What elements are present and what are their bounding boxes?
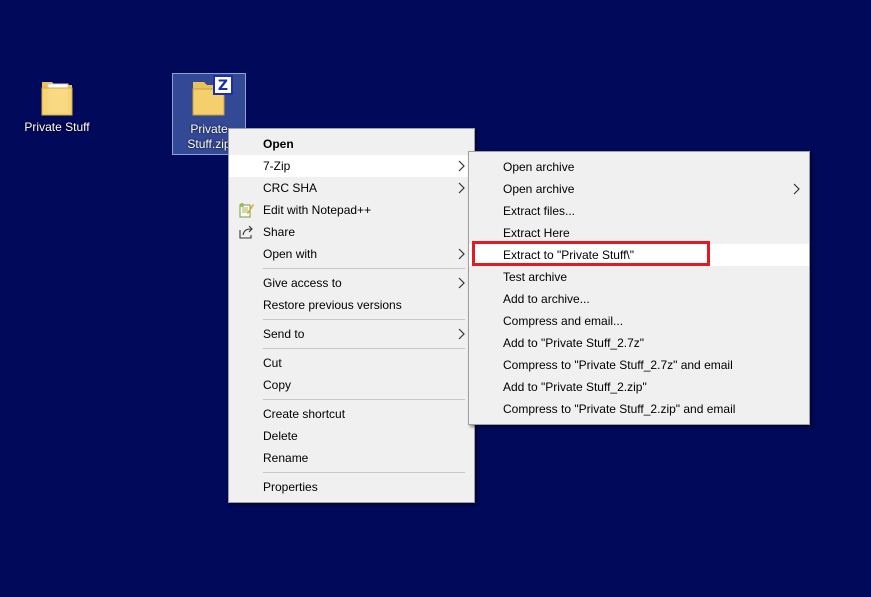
menu-separator bbox=[263, 399, 465, 400]
menu-item-edit-with-notepadpp[interactable]: Edit with Notepad++ bbox=[229, 199, 474, 221]
menu-item-label: Test archive bbox=[503, 270, 568, 284]
menu-item-send-to[interactable]: Send to bbox=[229, 323, 474, 345]
menu-item-label: Extract Here bbox=[503, 226, 570, 240]
menu-item-restore-previous-versions[interactable]: Restore previous versions bbox=[229, 294, 474, 316]
menu-item-open[interactable]: Open bbox=[229, 133, 474, 155]
menu-item-label: Copy bbox=[263, 378, 292, 392]
menu-item-create-shortcut[interactable]: Create shortcut bbox=[229, 403, 474, 425]
menu-item-label: Restore previous versions bbox=[263, 298, 402, 312]
notepadpp-icon bbox=[239, 203, 254, 218]
menu-item-label: 7-Zip bbox=[263, 159, 291, 173]
context-menu: Open 7-Zip CRC SHA Edit with Notepad++ S… bbox=[228, 128, 475, 503]
menu-item-label: Give access to bbox=[263, 276, 342, 290]
zip-archive-icon: Z bbox=[192, 75, 233, 116]
submenu-item-compress-to-7z-email[interactable]: Compress to "Private Stuff_2.7z" and ema… bbox=[469, 354, 809, 376]
menu-item-cut[interactable]: Cut bbox=[229, 352, 474, 374]
folder-icon bbox=[41, 82, 73, 116]
menu-item-label: Compress and email... bbox=[503, 314, 624, 328]
menu-item-give-access-to[interactable]: Give access to bbox=[229, 272, 474, 294]
menu-item-label: Add to "Private Stuff_2.zip" bbox=[503, 380, 647, 394]
chevron-right-icon bbox=[458, 328, 465, 340]
chevron-right-icon bbox=[458, 182, 465, 194]
menu-item-share[interactable]: Share bbox=[229, 221, 474, 243]
menu-item-label: Rename bbox=[263, 451, 309, 465]
menu-item-label: CRC SHA bbox=[263, 181, 318, 195]
menu-item-label: Create shortcut bbox=[263, 407, 346, 421]
menu-item-label: Open archive bbox=[503, 182, 575, 196]
submenu-item-open-archive-more[interactable]: Open archive bbox=[469, 178, 809, 200]
submenu-item-add-to-archive[interactable]: Add to archive... bbox=[469, 288, 809, 310]
menu-item-label: Edit with Notepad++ bbox=[263, 203, 372, 217]
menu-item-label: Share bbox=[263, 225, 296, 239]
svg-text:Z: Z bbox=[218, 78, 228, 94]
menu-separator bbox=[263, 319, 465, 320]
menu-item-rename[interactable]: Rename bbox=[229, 447, 474, 469]
menu-item-label: Properties bbox=[263, 480, 318, 494]
menu-item-label: Compress to "Private Stuff_2.7z" and ema… bbox=[503, 358, 733, 372]
menu-item-label: Open archive bbox=[503, 160, 575, 174]
menu-item-label: Compress to "Private Stuff_2.zip" and em… bbox=[503, 402, 736, 416]
menu-separator bbox=[263, 472, 465, 473]
menu-item-crc-sha[interactable]: CRC SHA bbox=[229, 177, 474, 199]
submenu-item-open-archive[interactable]: Open archive bbox=[469, 156, 809, 178]
submenu-item-compress-to-zip-email[interactable]: Compress to "Private Stuff_2.zip" and em… bbox=[469, 398, 809, 420]
chevron-right-icon bbox=[458, 277, 465, 289]
menu-separator bbox=[263, 268, 465, 269]
menu-item-label: Open with bbox=[263, 247, 318, 261]
submenu-item-extract-files[interactable]: Extract files... bbox=[469, 200, 809, 222]
chevron-right-icon bbox=[458, 248, 465, 260]
menu-item-label: Extract files... bbox=[503, 204, 576, 218]
menu-item-copy[interactable]: Copy bbox=[229, 374, 474, 396]
menu-separator bbox=[263, 348, 465, 349]
menu-item-label: Send to bbox=[263, 327, 305, 341]
submenu-item-add-to-zip[interactable]: Add to "Private Stuff_2.zip" bbox=[469, 376, 809, 398]
menu-item-properties[interactable]: Properties bbox=[229, 476, 474, 498]
desktop-icon-private-stuff-folder[interactable]: Private Stuff bbox=[20, 76, 94, 135]
chevron-right-icon bbox=[793, 183, 800, 195]
menu-item-label: Delete bbox=[263, 429, 298, 443]
menu-item-label: Add to archive... bbox=[503, 292, 590, 306]
highlight-annotation-box bbox=[472, 241, 710, 266]
menu-item-7zip[interactable]: 7-Zip bbox=[229, 155, 474, 177]
menu-item-open-with[interactable]: Open with bbox=[229, 243, 474, 265]
menu-item-label: Cut bbox=[263, 356, 282, 370]
submenu-item-add-to-7z[interactable]: Add to "Private Stuff_2.7z" bbox=[469, 332, 809, 354]
share-icon bbox=[239, 225, 253, 239]
desktop-icon-label: Private Stuff bbox=[24, 120, 90, 134]
sevenzip-submenu: Open archive Open archive Extract files.… bbox=[468, 151, 810, 425]
menu-item-label: Open bbox=[263, 137, 294, 151]
menu-item-delete[interactable]: Delete bbox=[229, 425, 474, 447]
submenu-item-compress-and-email[interactable]: Compress and email... bbox=[469, 310, 809, 332]
chevron-right-icon bbox=[458, 160, 465, 172]
menu-item-label: Add to "Private Stuff_2.7z" bbox=[503, 336, 645, 350]
submenu-item-test-archive[interactable]: Test archive bbox=[469, 266, 809, 288]
